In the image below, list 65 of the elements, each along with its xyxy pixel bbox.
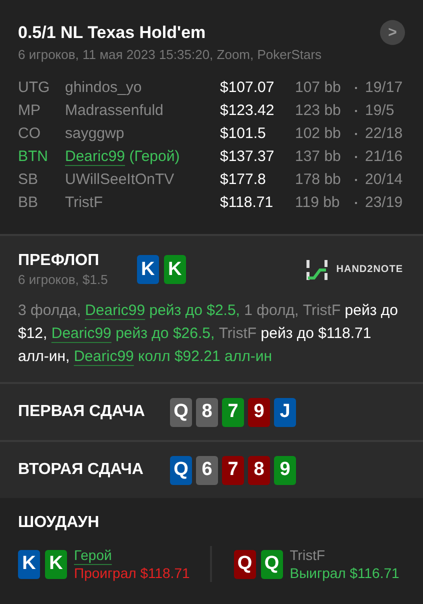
player-position: CO: [18, 124, 42, 144]
playing-card: 7: [222, 456, 244, 484]
next-button[interactable]: >: [380, 20, 405, 45]
player-name[interactable]: Dearic99: [65, 148, 126, 165]
player-position: BB: [18, 193, 40, 213]
showdown-title: ШОУДАУН: [18, 514, 100, 532]
player-name: Madrassenfuld: [65, 102, 164, 119]
player-name: TristF: [65, 194, 103, 211]
player-link[interactable]: Dearic99: [51, 325, 112, 342]
result-text: Выиграл $116.71: [290, 564, 400, 582]
playing-card: 9: [248, 398, 270, 426]
board-title: ПЕРВАЯ СДАЧА: [18, 403, 146, 421]
result-text: Проиграл $118.71: [74, 564, 190, 582]
player-name: UWillSeeItOnTV: [65, 171, 174, 188]
street-subtitle: 6 игроков, $1.5: [18, 272, 108, 287]
player-name: ghindos_yo: [65, 79, 142, 96]
player-link[interactable]: Dearic99: [85, 302, 146, 319]
hero-tag: (Герой): [129, 148, 180, 165]
playing-card: Q: [170, 398, 192, 426]
player-position: SB: [18, 170, 40, 190]
player-bb: 178 bb: [295, 170, 342, 190]
player-stats: 19/17: [365, 78, 404, 98]
logo-text: HAND2NOTE: [336, 264, 403, 275]
player-stats: 20/14: [365, 170, 404, 190]
player-stack: $177.8: [220, 170, 267, 190]
player-bb: 123 bb: [295, 101, 342, 121]
player-stats: 23/19: [365, 193, 404, 213]
hand-title: 0.5/1 NL Texas Hold'em: [18, 22, 206, 42]
playing-card: 8: [248, 456, 270, 484]
playing-card: J: [274, 398, 296, 426]
player-bb: 102 bb: [295, 124, 342, 144]
playing-card: 7: [222, 398, 244, 426]
player-stack: $107.07: [220, 78, 276, 98]
player-stats: 21/16: [365, 147, 404, 167]
player-position: UTG: [18, 78, 51, 98]
player-link[interactable]: Dearic99: [74, 348, 134, 365]
playing-card: 8: [196, 398, 218, 426]
playing-card: Q: [170, 456, 192, 484]
player-stack: $118.71: [220, 193, 274, 213]
player-bb: 119 bb: [295, 193, 341, 213]
playing-card: 9: [274, 456, 296, 484]
playing-card: K: [18, 550, 40, 578]
playing-card: 6: [196, 456, 218, 484]
street-title: ПРЕФЛОП: [18, 252, 100, 270]
player-stack: $123.42: [220, 101, 276, 121]
player-stats: 19/5: [365, 101, 396, 121]
playing-card: K: [164, 255, 186, 284]
logo-icon: [306, 258, 328, 280]
player-stack: $137.37: [220, 147, 276, 167]
playing-card: K: [136, 255, 159, 284]
board-title: ВТОРАЯ СДАЧА: [18, 461, 144, 479]
player-bb: 137 bb: [295, 147, 342, 167]
playing-card: Q: [234, 550, 256, 578]
player-name: sayggwp: [65, 125, 124, 142]
player-stack: $101.5: [220, 124, 267, 144]
player-name[interactable]: Герой: [74, 547, 112, 563]
player-position: BTN: [18, 147, 49, 167]
player-position: MP: [18, 101, 42, 121]
action-summary: 3 фолда, Dearic99 рейз до $2.5, 1 фолд, TristF рейз до $12, Dearic99 рейз до $26.5, TristF рейз до $118.71 алл-ин, Dearic99 колл $92.21 алл-ин: [18, 301, 399, 367]
player-bb: 107 bb: [295, 78, 342, 98]
playing-card: K: [45, 550, 67, 578]
hand-subtitle: 6 игроков, 11 мая 2023 15:35:20, Zoom, PokerStars: [18, 47, 323, 62]
player-name: TristF: [290, 547, 326, 563]
player-stats: 22/18: [365, 124, 404, 144]
playing-card: Q: [260, 550, 283, 578]
